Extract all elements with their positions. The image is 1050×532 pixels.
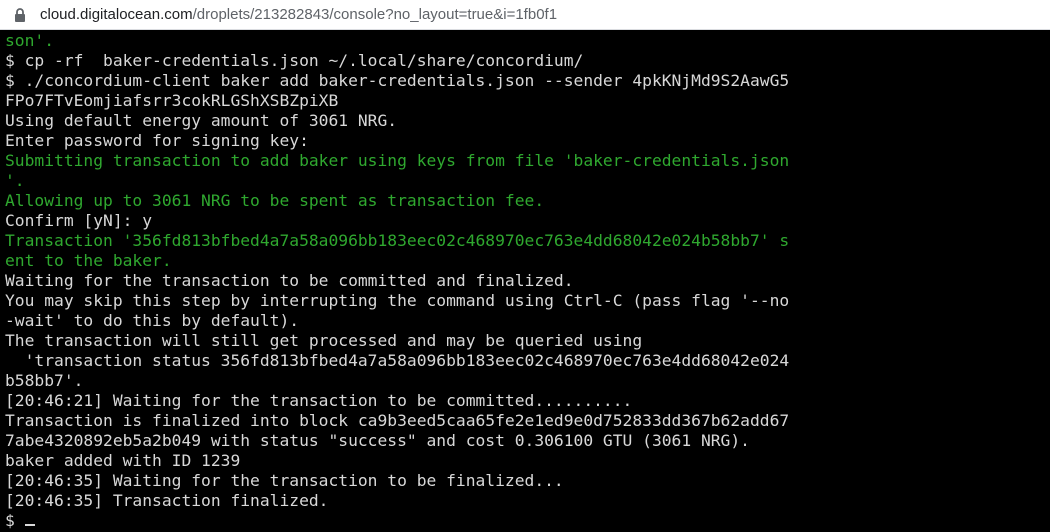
terminal-line: Enter password for signing key: [5, 131, 309, 150]
terminal-line: son'. [5, 31, 55, 50]
terminal-line: The transaction will still get processed… [5, 331, 643, 350]
terminal-line: 'transaction status 356fd813bfbed4a7a58a… [5, 351, 790, 370]
terminal-line: b58bb7'. [5, 371, 84, 390]
terminal-line: Waiting for the transaction to be commit… [5, 271, 574, 290]
terminal-line: Allowing up to 3061 NRG to be spent as t… [5, 191, 545, 210]
terminal-line: [20:46:35] Waiting for the transaction t… [5, 471, 564, 490]
terminal-output: son'. $ cp -rf baker-credentials.json ~/.… [5, 31, 1050, 511]
terminal-line: Transaction '356fd813bfbed4a7a58a096bb18… [5, 231, 790, 250]
terminal-line: '. [5, 171, 25, 190]
terminal-line: 7abe4320892eb5a2b049 with status "succes… [5, 431, 750, 450]
terminal-line: ent to the baker. [5, 251, 172, 270]
terminal-line: [20:46:35] Transaction finalized. [5, 491, 329, 510]
terminal-line: $ cp -rf baker-credentials.json ~/.local… [5, 51, 584, 70]
terminal-line: baker added with ID 1239 [5, 451, 241, 470]
terminal-console[interactable]: son'. $ cp -rf baker-credentials.json ~/.… [0, 30, 1050, 532]
terminal-line: -wait' to do this by default). [5, 311, 300, 330]
lock-icon[interactable] [12, 7, 28, 23]
terminal-line: Using default energy amount of 3061 NRG. [5, 111, 398, 130]
url-path: /droplets/213282843/console?no_layout=tr… [192, 6, 558, 23]
terminal-prompt: $ [5, 511, 25, 530]
terminal-line: Transaction is finalized into block ca9b… [5, 411, 790, 430]
terminal-line: $ ./concordium-client baker add baker-cr… [5, 71, 790, 90]
url-host: cloud.digitalocean.com [40, 6, 193, 23]
terminal-cursor [24, 524, 35, 526]
url-text[interactable]: cloud.digitalocean.com/droplets/21328284… [40, 6, 557, 23]
terminal-line: FPo7FTvEomjiafsrr3cokRLGShXSBZpiXB [5, 91, 339, 110]
terminal-line: Confirm [yN]: y [5, 211, 153, 230]
terminal-prompt-line[interactable]: $ [5, 511, 1050, 531]
terminal-line: [20:46:21] Waiting for the transaction t… [5, 391, 633, 410]
terminal-line: You may skip this step by interrupting t… [5, 291, 790, 310]
terminal-line: Submitting transaction to add baker usin… [5, 151, 790, 170]
browser-address-bar[interactable]: cloud.digitalocean.com/droplets/21328284… [0, 0, 1050, 30]
